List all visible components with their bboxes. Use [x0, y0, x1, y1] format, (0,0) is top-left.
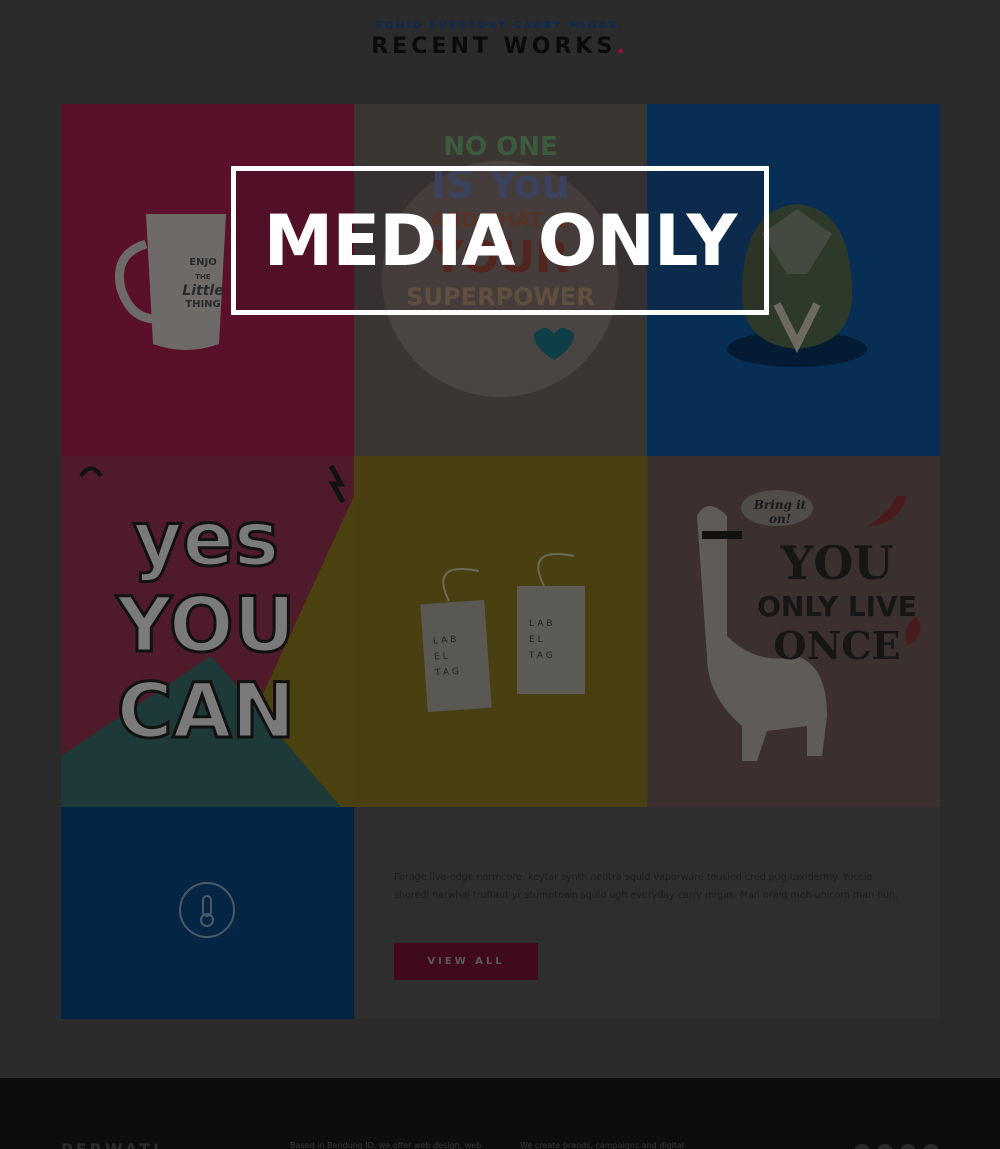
label-tag-strings	[442, 553, 575, 602]
label-tag-2-text: LAB EL TAG	[529, 619, 556, 661]
thermometer-icon	[179, 882, 235, 938]
yolo-line-2: ONLY LIVE	[757, 590, 917, 623]
mug-text: ENJO THE Little THING	[173, 256, 233, 312]
yes-line: yes	[131, 494, 280, 583]
media-only-label: MEDIA ONLY	[263, 199, 738, 282]
work-tile-yes-you-can[interactable]: yes YOU CAN	[61, 456, 354, 807]
section-eyebrow: SQUID EVERYDAY CARRY MIGAS.	[375, 20, 625, 31]
works-description: Forage live-edge normcore, keytar synth …	[394, 872, 899, 901]
section-title-text: RECENT WORKS	[371, 34, 617, 59]
work-tile-yolo[interactable]: Bring it on! YOU ONLY LIVE ONCE	[647, 456, 940, 807]
yes-you-can-text: yes YOU CAN	[111, 494, 301, 755]
label-tag-1-text: LAB EL TAG	[432, 634, 463, 679]
social-icon-2[interactable]	[877, 1144, 893, 1149]
social-icon-1[interactable]	[854, 1144, 870, 1149]
yolo-line-1: YOU	[780, 536, 894, 590]
works-description-panel: Forage live-edge normcore, keytar synth …	[354, 807, 940, 1019]
yolo-line-3: ONCE	[773, 623, 901, 668]
mug-line-4: THING	[185, 299, 221, 310]
footer-logo[interactable]: PERWATI	[61, 1140, 162, 1149]
footer: PERWATI Based in Bandung ID, we offer we…	[0, 1078, 1000, 1149]
superpower-line-1: NO ONE	[443, 132, 558, 162]
you-line: YOU	[115, 580, 297, 669]
label-tag-1: LAB EL TAG	[420, 599, 492, 713]
footer-column-2: We create brands, campaigns and digital	[520, 1141, 685, 1149]
mug-line-2: THE	[195, 273, 211, 281]
footer-column-1: Based in Bandung ID, we offer web design…	[290, 1141, 482, 1149]
yolo-text: YOU ONLY LIVE ONCE	[757, 536, 917, 668]
view-all-button[interactable]: VIEW ALL	[394, 943, 538, 980]
yolo-speech-bubble: Bring it on!	[753, 498, 807, 526]
media-only-overlay: MEDIA ONLY	[231, 166, 769, 315]
can-line: CAN	[115, 666, 296, 755]
social-icon-3[interactable]	[900, 1144, 916, 1149]
feature-tile	[61, 807, 354, 1019]
title-accent-dot: .	[616, 34, 629, 59]
section-title: RECENT WORKS.	[0, 34, 1000, 59]
label-tag-2: LAB EL TAG	[517, 586, 585, 694]
social-icon-4[interactable]	[923, 1144, 939, 1149]
work-tile-label-tag[interactable]: LAB EL TAG LAB EL TAG	[354, 456, 647, 807]
mug-line-3: Little	[182, 283, 224, 299]
mug-line-1: ENJO	[189, 257, 217, 268]
